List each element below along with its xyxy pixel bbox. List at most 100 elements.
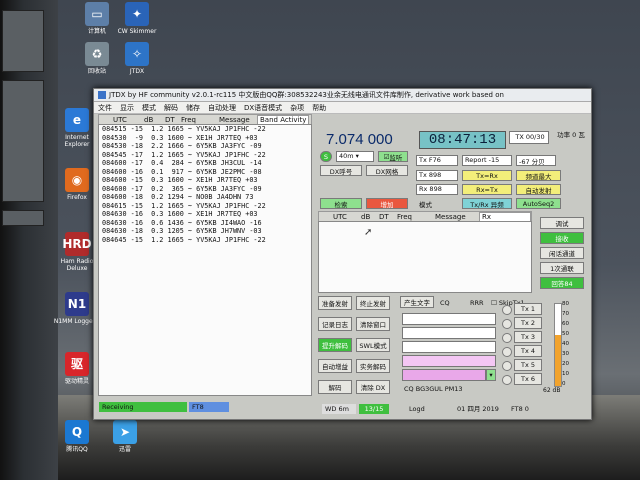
n1mm-logger-icon: N1: [65, 292, 89, 316]
decode-row[interactable]: 084515 -15 1.2 1665 ~ YV5KAJ JP1FHC -22: [99, 125, 311, 134]
auto-gain-button[interactable]: 自动增益: [318, 359, 352, 373]
recycle-bin-icon: ♻: [85, 42, 109, 66]
menu-help[interactable]: 帮助: [308, 103, 330, 113]
chat-channel-button[interactable]: 闲话通道: [540, 247, 584, 259]
decode-row[interactable]: 084615 -15 1.2 1665 ~ YV5KAJ JP1FHC -22: [99, 202, 311, 211]
tx3-button[interactable]: Tx 3: [514, 331, 542, 343]
realtime-decode-button[interactable]: 实务解码: [356, 359, 390, 373]
decode-row[interactable]: 084630 -18 0.3 1205 ~ 6Y5KB JH7WNV -03: [99, 227, 311, 236]
tx6-radio[interactable]: [502, 375, 512, 385]
status-logd: Logd: [409, 405, 425, 413]
monitor-label: 监听: [389, 153, 403, 162]
tx2-message-field[interactable]: [402, 327, 496, 339]
status-count: 13/15: [359, 404, 389, 414]
swl-mode-button[interactable]: SWL模式: [356, 338, 390, 352]
menu-misc[interactable]: 杂项: [286, 103, 308, 113]
rx-eq-tx-button[interactable]: Rx=Tx: [462, 184, 512, 195]
menu-file[interactable]: 文件: [94, 103, 116, 113]
tx5-radio[interactable]: [502, 361, 512, 371]
rx-col-utc: UTC: [333, 213, 347, 221]
menu-bar: 文件 显示 模式 解码 储存 自动处理 DX语音模式 杂项 帮助: [94, 102, 591, 114]
meter-tick: 50: [562, 331, 569, 337]
deep-decode-button[interactable]: 提升解码: [318, 338, 352, 352]
log-qso-button[interactable]: 记录日志: [318, 317, 352, 331]
tx5-message-field[interactable]: [402, 369, 486, 381]
decode-button[interactable]: 解码: [318, 380, 352, 394]
driver-genius-icon: 驱: [65, 352, 89, 376]
tune-button[interactable]: 调试: [540, 217, 584, 229]
vfo-max-button[interactable]: 频道最大: [516, 170, 561, 181]
autoseq-button[interactable]: AutoSeq2: [516, 198, 561, 209]
decode-row[interactable]: 084530 -9 0.3 1600 ~ XE1H JR7TEQ +03: [99, 134, 311, 143]
desktop-shortcut-label: 迅雷: [118, 446, 131, 453]
internet-explorer-icon: e: [65, 108, 89, 132]
halt-tx-button[interactable]: 终止发射: [356, 296, 390, 310]
generate-messages-button[interactable]: 产生文字: [400, 296, 434, 308]
auto-tx-button[interactable]: 自动发射: [516, 184, 561, 195]
decode-row[interactable]: 084630 -16 0.3 1600 ~ XE1H JR7TEQ +03: [99, 210, 311, 219]
menu-save[interactable]: 储存: [182, 103, 204, 113]
erase-button[interactable]: 清除窗口: [356, 317, 390, 331]
lookup-button[interactable]: 检索: [320, 198, 362, 209]
decode-row[interactable]: 084630 -16 0.6 1436 ~ 6Y5KB JI4WAO -16: [99, 219, 311, 228]
band-activity-list[interactable]: 084515 -15 1.2 1665 ~ YV5KAJ JP1FHC -22 0…: [98, 124, 312, 396]
xunlei-icon: ➤: [113, 420, 137, 444]
utc-clock: 08:47:13: [419, 131, 506, 149]
txrx-split-button[interactable]: Tx/Rx 异频: [462, 198, 512, 209]
decode-row[interactable]: 084600 -18 0.2 1294 ~ NO0B JA4DHN 73: [99, 193, 311, 202]
tx4-button[interactable]: Tx 4: [514, 345, 542, 357]
tx4-radio[interactable]: [502, 347, 512, 357]
tx5-button[interactable]: Tx 5: [514, 359, 542, 371]
decode-row[interactable]: 084600 -15 0.3 1600 ~ XE1H JR7TEQ +03: [99, 176, 311, 185]
tx5-dropdown-button[interactable]: ▾: [486, 369, 496, 381]
menu-decode[interactable]: 解码: [160, 103, 182, 113]
monitor-checkbox[interactable]: ☑ 监听: [378, 151, 408, 162]
rx-frequency-list[interactable]: [318, 221, 532, 293]
decode-row[interactable]: 084600 -16 0.1 917 ~ 6Y5KB JE2PMC -08: [99, 168, 311, 177]
rx-col-db: dB: [361, 213, 371, 221]
tx6-button[interactable]: Tx 6: [514, 373, 542, 385]
tx1-radio[interactable]: [502, 305, 512, 315]
rx-col-dt: DT: [379, 213, 389, 221]
tx2-radio[interactable]: [502, 319, 512, 329]
title-bar[interactable]: JTDX by HF community v2.0.1-rc115 中文版由QQ…: [94, 89, 591, 102]
tx-freq-field[interactable]: Tx F76: [416, 155, 458, 166]
menu-dx-voice[interactable]: DX语音模式: [240, 103, 286, 113]
dx-grid-label[interactable]: DX网格: [366, 165, 408, 176]
decode-row[interactable]: 084600 -17 0.2 365 ~ 6Y5KB JA3FYC -09: [99, 185, 311, 194]
receive-button[interactable]: 接收: [540, 232, 584, 244]
menu-mode[interactable]: 模式: [138, 103, 160, 113]
band-select[interactable]: 40m ▾: [336, 151, 374, 162]
tx1-message-field[interactable]: [402, 313, 496, 325]
tx1-button[interactable]: Tx 1: [514, 303, 542, 315]
desktop-shortcut-label: 腾讯QQ: [66, 446, 88, 453]
tx3-message-field[interactable]: [402, 341, 496, 353]
decode-row[interactable]: 084530 -18 2.2 1666 ~ 6Y5KB JA3FYC -09: [99, 142, 311, 151]
desktop-shortcut-10[interactable]: ➤ 迅雷: [100, 420, 150, 453]
clear-dx-button[interactable]: 清除 DX: [356, 380, 390, 394]
tx-eq-rx-button[interactable]: Tx=Rx: [462, 170, 512, 181]
rx-hz-field[interactable]: Rx 898: [416, 184, 458, 195]
desktop-shortcut-9[interactable]: Q 腾讯QQ: [52, 420, 102, 453]
tx4-message-field[interactable]: [402, 355, 496, 367]
decode-row[interactable]: 084545 -17 1.2 1665 ~ YV5KAJ JP1FHC -22: [99, 151, 311, 160]
db-field[interactable]: -67 分贝: [516, 155, 556, 166]
enable-tx-button[interactable]: 准备发射: [318, 296, 352, 310]
status-date: 01 四月 2019: [457, 405, 499, 413]
desktop-shortcut-1[interactable]: ✦ CW Skimmer: [112, 2, 162, 35]
tx2-button[interactable]: Tx 2: [514, 317, 542, 329]
menu-auto[interactable]: 自动处理: [204, 103, 240, 113]
desktop-shortcut-3[interactable]: ✧ JTDX: [112, 42, 162, 75]
tx3-radio[interactable]: [502, 333, 512, 343]
tx-hz-field[interactable]: Tx 898: [416, 170, 458, 181]
menu-view[interactable]: 显示: [116, 103, 138, 113]
decode-row[interactable]: 084600 -17 0.4 284 ~ 6Y5KB JH3CUL -14: [99, 159, 311, 168]
decode-row[interactable]: 084645 -15 1.2 1665 ~ YV5KAJ JP1FHC -22: [99, 236, 311, 245]
one-qso-button[interactable]: 1次通联: [540, 262, 584, 274]
add-button[interactable]: 增加: [366, 198, 408, 209]
report-field[interactable]: Report -15: [462, 155, 512, 166]
dx-call-label[interactable]: DX呼号: [320, 165, 362, 176]
meter-tick: 30: [562, 351, 569, 357]
cq-label: CQ: [440, 299, 450, 307]
answer-button[interactable]: 回答84: [540, 277, 584, 289]
